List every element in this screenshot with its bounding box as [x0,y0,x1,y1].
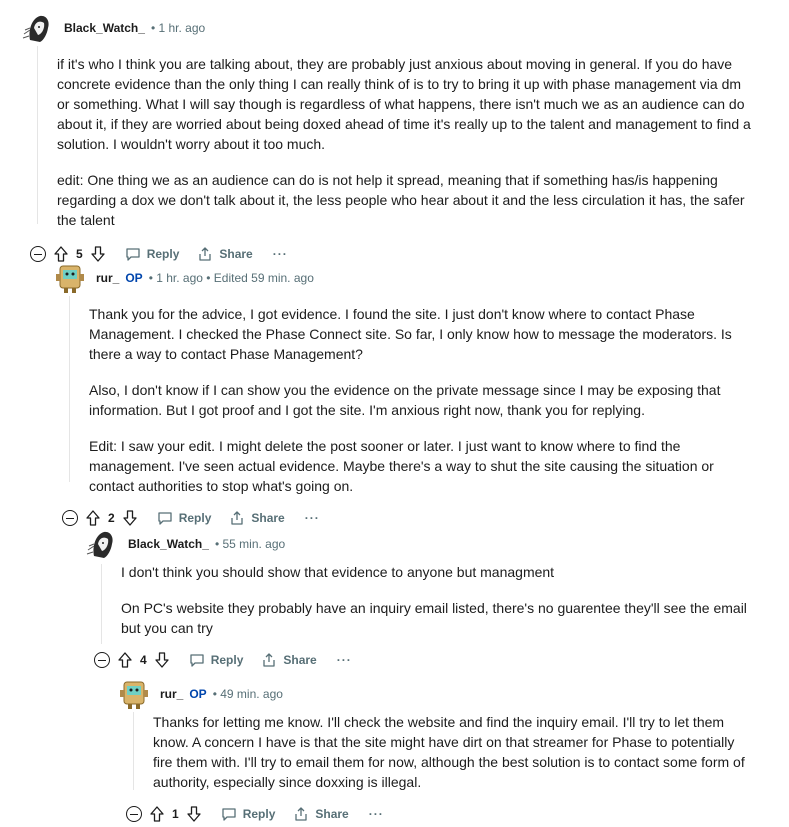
share-label: Share [219,247,253,261]
more-options-button[interactable]: ··· [369,807,384,821]
op-badge: OP [189,687,207,701]
reply-icon [158,512,172,525]
username[interactable]: rur_ [96,271,119,285]
comment-actions: 1 Reply Share ··· [126,798,760,827]
comment: rur_ OP • 49 min. ago Thanks for letting… [116,676,760,827]
comment-header: rur_ OP • 1 hr. ago • Edited 59 min. ago [52,260,760,296]
vote-count: 5 [76,247,83,261]
share-icon [295,807,308,821]
comment: Black_Watch_ • 1 hr. ago if it's who I t… [20,10,760,270]
vote-count: 4 [140,653,147,667]
collapse-button[interactable] [94,652,110,668]
username[interactable]: Black_Watch_ [128,537,209,551]
share-button[interactable]: Share [293,806,349,822]
reply-button[interactable]: Reply [157,510,212,526]
share-button[interactable]: Share [229,510,285,526]
comment-timestamp[interactable]: • 49 min. ago [213,687,283,701]
comment-paragraph: On PC's website they probably have an in… [121,600,747,636]
collapse-button[interactable] [62,510,78,526]
collapse-button[interactable] [126,806,142,822]
username[interactable]: rur_ [160,687,183,701]
comment-timestamp[interactable]: • 55 min. ago [215,537,285,551]
username[interactable]: Black_Watch_ [64,21,145,35]
comment: Black_Watch_ • 55 min. ago I don't think… [84,526,760,676]
avatar[interactable] [20,10,56,46]
upvote-icon[interactable] [84,509,102,527]
comment-timestamp[interactable]: • 1 hr. ago [151,21,205,35]
comment-body: I don't think you should show that evide… [121,562,757,638]
collapse-button[interactable] [30,246,46,262]
comment-paragraph: Also, I don't know if I can show you the… [89,382,721,418]
share-label: Share [315,807,349,821]
vote-count: 1 [172,807,179,821]
comment-body: Thank you for the advice, I got evidence… [89,304,757,496]
more-options-button[interactable]: ··· [273,247,288,261]
upvote-icon[interactable] [148,805,166,823]
comment: rur_ OP • 1 hr. ago • Edited 59 min. ago… [52,260,760,534]
downvote-icon[interactable] [121,509,139,527]
reply-icon [190,654,204,667]
reply-icon [222,808,236,821]
avatar[interactable] [116,676,152,712]
comment-timestamp[interactable]: • 1 hr. ago • Edited 59 min. ago [149,271,314,285]
reply-label: Reply [210,653,244,667]
reply-label: Reply [178,511,212,525]
share-button[interactable]: Share [261,652,317,668]
share-label: Share [283,653,317,667]
comment-paragraph: edit: One thing we as an audience can do… [57,172,745,228]
comment-paragraph: I don't think you should show that evide… [121,564,555,580]
reply-button[interactable]: Reply [189,652,244,668]
downvote-icon[interactable] [185,805,203,823]
comment-header: Black_Watch_ • 1 hr. ago [20,10,760,46]
comment-paragraph: Thank you for the advice, I got evidence… [89,306,732,362]
comment-paragraph: Edit: I saw your edit. I might delete th… [89,438,714,494]
reply-label: Reply [146,247,180,261]
downvote-icon[interactable] [153,651,171,669]
vote-count: 2 [108,511,115,525]
comment-body: Thanks for letting me know. I'll check t… [153,712,757,792]
comment-body: if it's who I think you are talking abou… [57,54,757,230]
more-options-button[interactable]: ··· [337,653,352,667]
comment-paragraph: Thanks for letting me know. I'll check t… [153,714,745,790]
upvote-icon[interactable] [116,651,134,669]
comment-header: rur_ OP • 49 min. ago [116,676,760,712]
more-options-button[interactable]: ··· [305,511,320,525]
comment-paragraph: if it's who I think you are talking abou… [57,56,751,152]
share-label: Share [251,511,285,525]
share-icon [231,511,244,525]
comment-header: Black_Watch_ • 55 min. ago [84,526,760,562]
comment-actions: 4 Reply Share ··· [94,644,760,676]
reply-button[interactable]: Reply [221,806,276,822]
reply-label: Reply [242,807,276,821]
avatar[interactable] [52,260,88,296]
op-badge: OP [125,271,143,285]
share-icon [263,653,276,667]
avatar[interactable] [84,526,120,562]
